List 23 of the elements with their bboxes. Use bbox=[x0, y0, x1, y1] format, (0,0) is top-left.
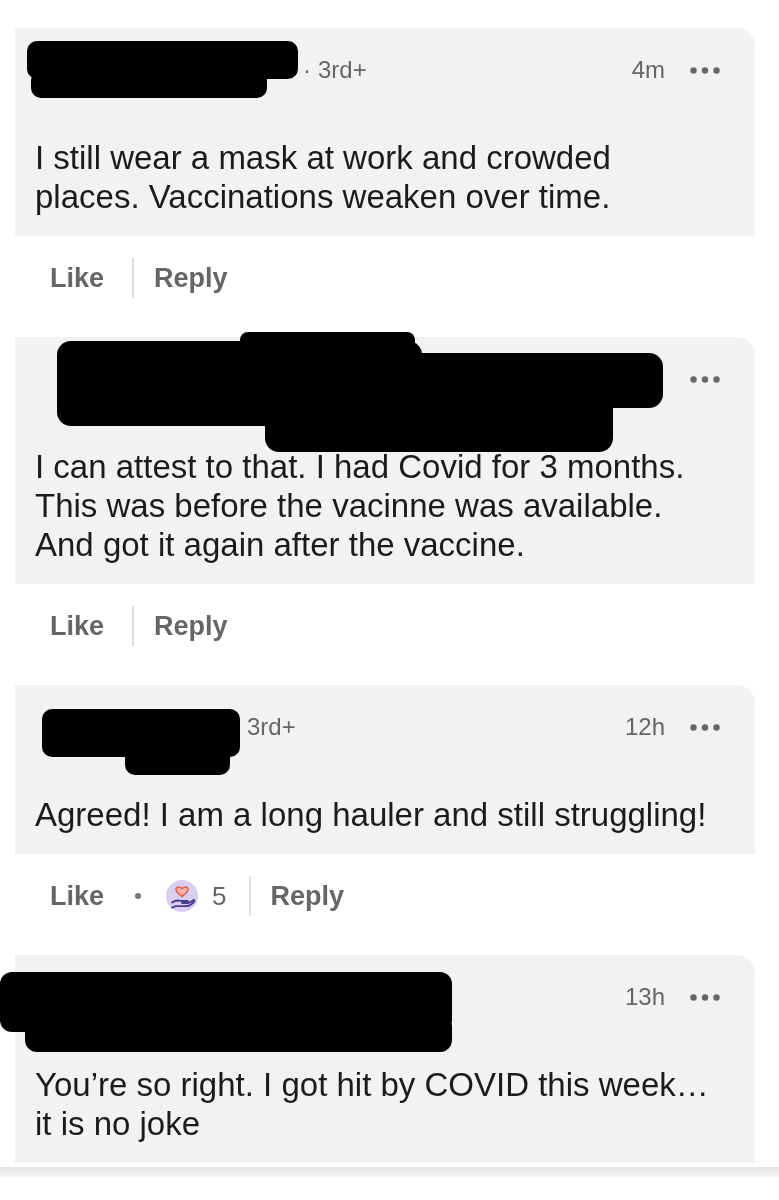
heart-hand-icon[interactable] bbox=[166, 880, 199, 912]
like-button[interactable]: Like bbox=[50, 609, 105, 643]
reply-button[interactable]: Reply bbox=[154, 609, 228, 643]
comment-text: Agreed! I am a long hauler and still struggling! bbox=[35, 795, 708, 834]
comment-time: 13h bbox=[624, 982, 665, 1012]
more-options-icon[interactable] bbox=[690, 376, 720, 383]
more-options-icon[interactable] bbox=[690, 67, 720, 74]
reaction-count: 5 bbox=[212, 880, 227, 913]
reply-button[interactable]: Reply bbox=[270, 879, 345, 913]
more-options-icon[interactable] bbox=[690, 994, 720, 1001]
comment-time: 4m bbox=[631, 55, 665, 85]
separator-dot: · bbox=[303, 55, 311, 85]
connection-degree: 3rd+ bbox=[247, 712, 296, 742]
like-button[interactable]: Like bbox=[50, 261, 105, 295]
comment-text: I can attest to that. I had Covid for 3 months. This was before the vacinne was available. And got it again after the vaccine. bbox=[35, 447, 686, 564]
comment-text: I still wear a mask at work and crowded places. Vaccinations weaken over time. bbox=[35, 138, 612, 216]
dot-icon bbox=[135, 893, 142, 899]
more-options-icon[interactable] bbox=[690, 724, 720, 731]
like-button[interactable]: Like bbox=[50, 879, 105, 913]
connection-degree: 3rd+ bbox=[318, 55, 367, 85]
comment-text: You’re so right. I got hit by COVID this week… it is no joke bbox=[35, 1065, 710, 1143]
comment-time: 12h bbox=[624, 712, 665, 742]
reply-button[interactable]: Reply bbox=[154, 261, 228, 295]
